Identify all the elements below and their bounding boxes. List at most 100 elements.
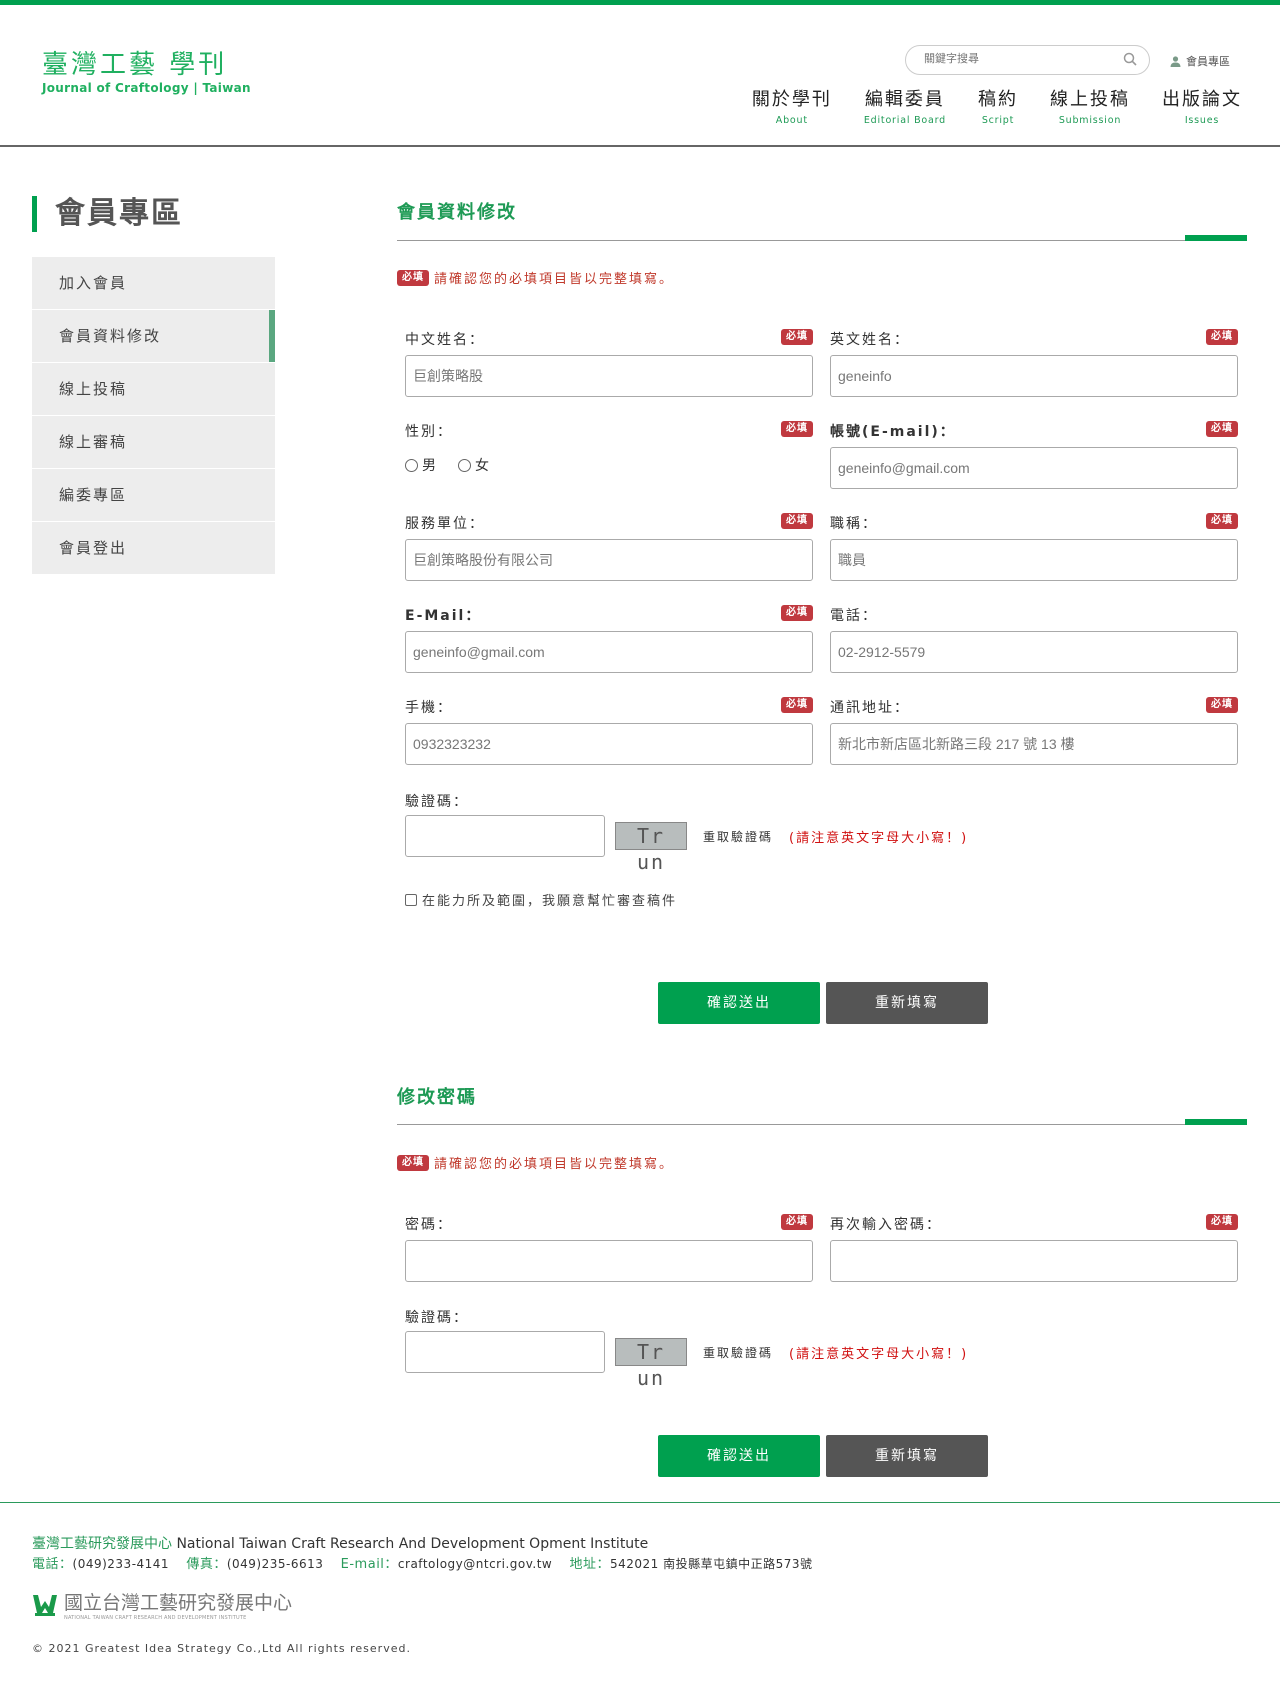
captcha-image: Tr un [615,1338,687,1390]
field-label: 職稱： [830,516,878,532]
nav-sublabel: Editorial Board [863,115,946,126]
password-submit-button[interactable]: 確認送出 [658,1435,820,1477]
search-box [905,45,1150,75]
field-label: 性別： [405,424,453,440]
member-area-link[interactable]: 會員專區 [1170,53,1230,69]
review-agree[interactable]: 在能力所及範圍，我願意幫忙審查稿件 [405,890,677,909]
nav-script[interactable]: 稿約 Script [978,87,1018,126]
tel-value: (049)233-4141 [72,1557,170,1571]
required-badge: 必填 [1206,513,1238,529]
sidebar-item-edit-profile[interactable]: 會員資料修改 [32,310,275,363]
gender-male-radio[interactable]: 男 [405,455,436,475]
required-badge: 必填 [397,1154,429,1171]
sidebar-item-join[interactable]: 加入會員 [32,257,275,310]
nav-sublabel: About [775,115,808,126]
section-divider [397,1119,1247,1125]
field-account: 帳號(E-mail)： 必填 [830,421,1238,489]
radio-icon[interactable] [405,458,418,472]
sidebar-item-review[interactable]: 線上審稿 [32,416,275,469]
field-phone: 電話： [830,605,1238,673]
member-link-label: 會員專區 [1186,55,1230,68]
logo-title: 臺灣工藝 學刊 [42,50,228,80]
divider-accent [1185,1119,1247,1125]
site-header: 臺灣工藝 學刊 Journal of Craftology | Taiwan 會… [0,5,1280,147]
radio-icon[interactable] [458,458,471,472]
password-reset-button[interactable]: 重新填寫 [826,1435,988,1477]
nav-label: 稿約 [978,89,1018,110]
sidebar-item-logout[interactable]: 會員登出 [32,522,275,575]
refresh-captcha-link[interactable]: 重取驗證碼 [703,1344,773,1361]
tel-label: 電話： [32,1557,73,1572]
footer-divider [0,1502,1280,1503]
profile-submit-button[interactable]: 確認送出 [658,982,820,1024]
gender-female-radio[interactable]: 女 [458,455,489,475]
field-gender: 性別： 必填 男 女 [405,421,813,475]
nav-label: 線上投稿 [1050,89,1130,110]
org-input[interactable] [405,539,813,581]
field-label: 手機： [405,700,453,716]
logo-name-en: NATIONAL TAIWAN CRAFT RESEARCH AND DEVEL… [64,1615,247,1621]
divider-accent [1185,235,1247,241]
name-en-input[interactable] [830,355,1238,397]
nav-submission[interactable]: 線上投稿 Submission [1050,87,1130,126]
field-address: 通訊地址： 必填 [830,697,1238,765]
required-badge: 必填 [781,513,813,529]
logo-subtitle: Journal of Craftology | Taiwan [42,81,251,95]
required-notice: 必填 請確認您的必填項目皆以完整填寫。 [397,1153,674,1172]
password-confirm-input[interactable] [830,1240,1238,1282]
field-org: 服務單位： 必填 [405,513,813,581]
nav-editorial-board[interactable]: 編輯委員 Editorial Board [864,87,946,126]
captcha-input[interactable] [405,815,605,857]
footer-contact: 電話：(049)233-4141 傳真：(049)235-6613 E-mail… [32,1553,813,1572]
required-badge: 必填 [1206,697,1238,713]
search-input[interactable] [924,52,1114,65]
fax-label: 傳真： [186,1557,227,1572]
required-badge: 必填 [781,421,813,437]
notice-text: 請確認您的必填項目皆以完整填寫。 [434,1157,675,1172]
account-input[interactable] [830,447,1238,489]
org-name-zh: 臺灣工藝研究發展中心 [32,1536,172,1552]
password-input[interactable] [405,1240,813,1282]
nav-sublabel: Submission [1058,115,1122,126]
required-notice: 必填 請確認您的必填項目皆以完整填寫。 [397,268,674,287]
nav-issues[interactable]: 出版論文 Issues [1162,87,1242,126]
required-badge: 必填 [397,269,429,286]
nav-sublabel: Issues [1184,115,1220,126]
sidebar-item-editor-area[interactable]: 編委專區 [32,469,275,522]
user-icon [1170,55,1181,67]
profile-actions: 確認送出 重新填寫 [658,982,988,1024]
agree-checkbox[interactable] [405,893,417,906]
captcha-input[interactable] [405,1331,605,1373]
job-title-input[interactable] [830,539,1238,581]
address-value: 542021 南投縣草屯鎮中正路573號 [610,1557,813,1571]
field-password: 密碼： 必填 [405,1214,813,1282]
nav-about[interactable]: 關於學刊 About [752,87,832,126]
password-actions: 確認送出 重新填寫 [658,1435,988,1477]
phone-input[interactable] [830,631,1238,673]
captcha-row: Tr un 重取驗證碼 (請注意英文字母大小寫！) [405,815,968,874]
name-zh-input[interactable] [405,355,813,397]
field-label: 密碼： [405,1217,453,1233]
captcha-image: Tr un [615,822,687,874]
field-label: E-Mail： [405,608,482,624]
address-input[interactable] [830,723,1238,765]
main-nav: 關於學刊 About 編輯委員 Editorial Board 稿約 Script 線… [720,87,1242,126]
profile-reset-button[interactable]: 重新填寫 [826,982,988,1024]
required-badge: 必填 [1206,1214,1238,1230]
email-input[interactable] [405,631,813,673]
field-name-zh: 中文姓名： 必填 [405,329,813,397]
required-badge: 必填 [781,605,813,621]
address-label: 地址： [569,1557,610,1572]
email-value[interactable]: craftology@ntcri.gov.tw [398,1557,552,1571]
field-label: 英文姓名： [830,332,910,348]
refresh-captcha-link[interactable]: 重取驗證碼 [703,828,773,845]
field-label: 電話： [830,608,878,624]
site-logo[interactable]: 臺灣工藝 學刊 Journal of Craftology | Taiwan [42,49,251,95]
mobile-input[interactable] [405,723,813,765]
field-name-en: 英文姓名： 必填 [830,329,1238,397]
field-label: 帳號(E-mail)： [830,424,956,440]
sidebar-item-submission[interactable]: 線上投稿 [32,363,275,416]
search-icon[interactable] [1123,52,1137,66]
nav-label: 關於學刊 [751,89,832,110]
captcha-caution: (請注意英文字母大小寫！) [789,1346,969,1362]
